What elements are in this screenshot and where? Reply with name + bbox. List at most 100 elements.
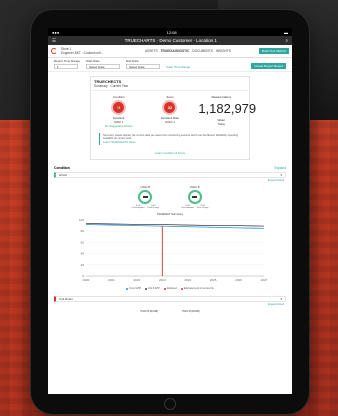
create-report-button[interactable]: Create Report Report [251, 63, 286, 69]
gauge-1-stat-b: 0.00 Prior Usage [147, 205, 159, 209]
legend-label: Unit 3 AHP [147, 287, 160, 291]
condition-value: !! [117, 105, 120, 110]
tab-insights[interactable]: INSIGHTS [216, 49, 231, 53]
end-date-label: End Date [126, 59, 139, 63]
gauge-2-ring [187, 190, 202, 205]
section3-row-label: Unit Roles [59, 297, 73, 302]
section3-gauges: HVAC B (RCAB) HVAC B (RCAB) [48, 307, 292, 313]
nav-bar: ☰ TRUECHARTS · Demo Customer · Location … [48, 36, 292, 45]
summary-subtitle: Summary · Current Year [91, 84, 249, 91]
legend-dot [180, 287, 183, 290]
dash-icon [142, 196, 148, 199]
x-tick-label: 2025 [210, 278, 217, 282]
summary-note-text: Summary panels display the current data … [103, 134, 238, 141]
search-icon[interactable]: ⌕ [285, 38, 288, 43]
y-tick-label: 40 [81, 252, 85, 256]
summary-note-link[interactable]: Learn TRUECHECTS Notes [103, 141, 238, 144]
x-tick-label: 2020 [83, 278, 90, 282]
legend-item: Replaced [163, 287, 177, 291]
gauge-1: HVAC B 0.00 Consumption 0.00 Prior Usage [132, 186, 159, 209]
report-range-label: Report Time Range [54, 59, 81, 63]
chevron-down-icon: ▾ [280, 173, 282, 178]
life-chart: 0204060801002020 2021 2022 2023 2024 2025 2026… [79, 218, 268, 282]
filter-bar: Report Time Range ▾ Start Date Select Da… [48, 58, 292, 72]
chart-legend: Unit 2 AHP Unit 3 AHP Replaced Estimated en… [48, 286, 292, 290]
gauge-2-stat-b-caption: Prior Usage [196, 207, 209, 210]
x-tick-label: 2022 [134, 278, 141, 282]
metric-gallons-label: Wasted Gallons [211, 95, 232, 99]
legend-item: Estimated end of service life [180, 287, 214, 291]
home-button[interactable] [164, 398, 176, 410]
report-range-select[interactable]: ▾ [54, 64, 78, 69]
sub-header: Store 1 Engineer BKT - Coolant unit ... … [48, 45, 292, 58]
signal-icon: ●●● [52, 29, 60, 35]
legend-label: Replaced [166, 287, 177, 291]
section3-gauge-1-title: HVAC B (RCAB) [140, 310, 158, 314]
gauge-2: HVAC B 0.00 Consumption 0.00 Prior Usage [181, 186, 208, 209]
condition-ring: !! [111, 100, 127, 115]
gauge-1-ring [138, 190, 153, 205]
end-date-group: End Date Select Date [126, 59, 161, 69]
legend-dot [144, 287, 147, 290]
legend-dot [163, 287, 166, 290]
nav-title: TRUECHARTS · Demo Customer · Location 1 [124, 38, 217, 43]
condition-sub2: No Suggested Actions [104, 124, 133, 128]
tablet-frame: ●●● 12:08 ▬ ☰ TRUECHARTS · Demo Customer… [31, 10, 309, 414]
y-tick-label: 60 [81, 241, 85, 245]
account-line-2: Engineer BKT - Coolant unit ... [61, 51, 105, 55]
legend-label: Estimated end of service life [183, 287, 214, 291]
end-date-input[interactable]: Select Date [126, 64, 161, 69]
summary-metrics: Condition !! Excellent HVAC 1 No Suggest… [91, 91, 257, 130]
score-value: 32 [167, 105, 173, 110]
tablet-screen: ●●● 12:08 ▬ ☰ TRUECHARTS · Demo Customer… [48, 28, 292, 394]
report-range-group: Report Time Range ▾ [54, 59, 80, 69]
legend-dot [126, 287, 129, 290]
build-metrics-button[interactable]: Build Your Metrics [258, 48, 289, 54]
gauge-2-stat-a: 0.00 Consumption [181, 205, 194, 209]
gauge-1-stats: 0.00 Consumption 0.00 Prior Usage [132, 205, 159, 209]
metric-score: Score 32 Excellent Rate HVAC 1 [147, 95, 193, 128]
account-info: Store 1 Engineer BKT - Coolant unit ... [61, 47, 111, 55]
summary-card: TRUECHECTS Summary · Current Year Condit… [90, 76, 257, 161]
score-ring: 32 [162, 100, 178, 115]
tab-assets[interactable]: ASSETS [145, 49, 158, 53]
section2-row-label: HVAC [59, 173, 68, 178]
condition-score-link[interactable]: Learn Condition & Score [91, 148, 249, 159]
battery-icon: ▬ [283, 29, 288, 35]
section2-header: Condition Expand [54, 166, 286, 170]
gauge-2-stat-b: 0.00 Prior Usage [197, 205, 209, 209]
menu-icon[interactable]: ☰ [52, 38, 56, 44]
clear-range-link[interactable]: Clear Time Range [166, 65, 190, 69]
x-tick-label: 2026 [235, 278, 242, 282]
score-sub: HVAC 1 [165, 120, 175, 124]
metric-condition: Condition !! Excellent HVAC 1 No Suggest… [96, 95, 142, 128]
start-date-input[interactable]: Select Date [86, 64, 121, 69]
gauge-2-title: HVAC B [189, 186, 200, 190]
metric-condition-label: Condition [112, 95, 125, 99]
x-tick-label: 2027 [261, 278, 268, 282]
y-tick-label: 20 [81, 263, 85, 267]
gauge-2-stat-a-caption: Consumption [181, 207, 194, 210]
x-tick-label: 2024 [184, 278, 191, 282]
logo [51, 48, 57, 54]
x-tick-label: 2021 [108, 278, 115, 282]
chevron-down-icon: ▾ [280, 297, 282, 302]
section2-expand-link[interactable]: Expand [275, 166, 287, 170]
x-tick-label: 2023 [159, 278, 166, 282]
gauge-1-title: HVAC B [140, 186, 150, 190]
gallons-value: 1,182,979 [198, 101, 257, 116]
tab-bar: ASSETS TRUEDIAGNOSTIC DOCUMENTS INSIGHTS [145, 49, 231, 53]
tab-documents[interactable]: DOCUMENTS [192, 49, 213, 53]
section3-gauge-2-title: HVAC B (RCAB) [182, 310, 200, 314]
gauge-1-stat-a: 0.00 Consumption [132, 205, 145, 209]
status-time: 12:08 [166, 29, 177, 35]
section2-gauges: HVAC B 0.00 Consumption 0.00 Prior Usage H… [48, 183, 292, 212]
section2-title: Condition [54, 166, 70, 171]
gauge-1-stat-b-caption: Prior Usage [147, 207, 159, 210]
status-bar: ●●● 12:08 ▬ [48, 28, 292, 36]
tab-truediagnostic[interactable]: TRUEDIAGNOSTIC [161, 49, 190, 53]
start-date-group: Start Date Select Date [86, 59, 121, 69]
legend-label: Unit 2 AHP [129, 287, 141, 291]
summary-title: TRUECHECTS [94, 79, 122, 84]
gallons-sub: Today [217, 122, 226, 126]
